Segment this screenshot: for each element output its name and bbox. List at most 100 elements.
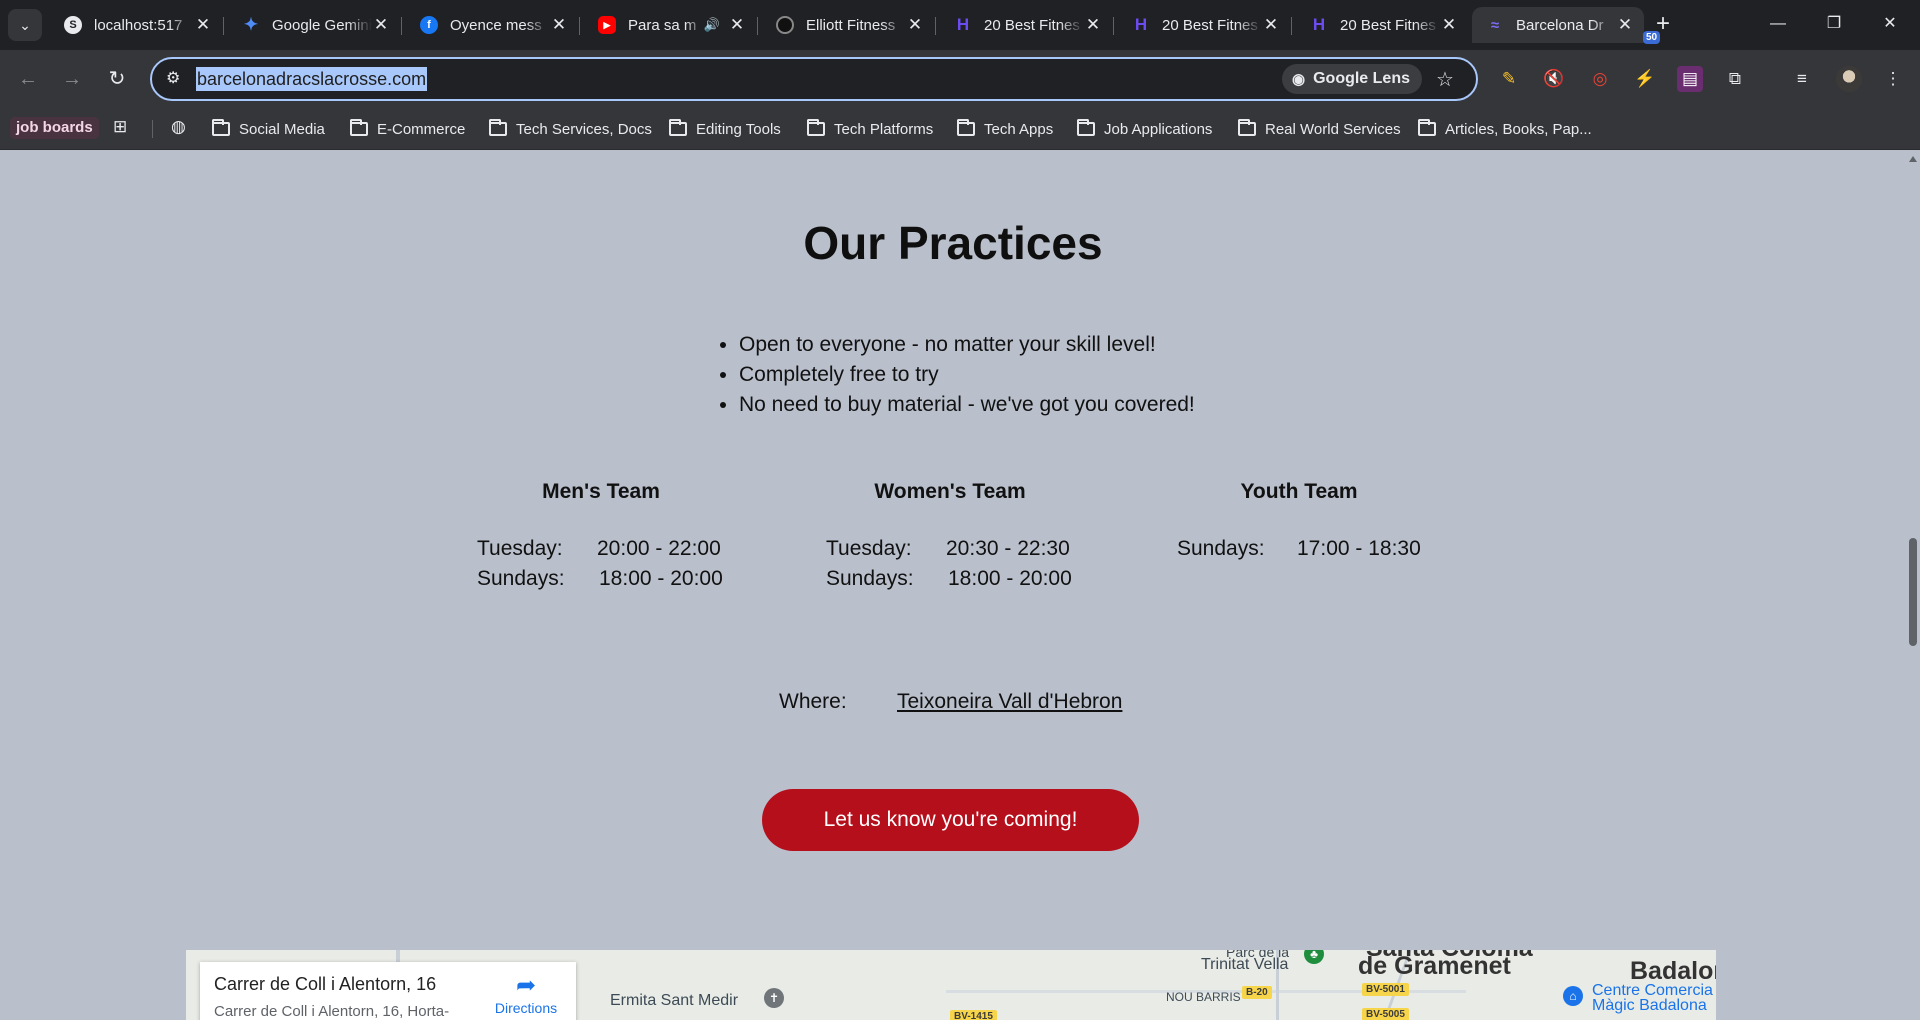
tab[interactable]: Elliott Fitness ✕	[762, 7, 934, 43]
tab[interactable]: H 20 Best Fitnes ✕	[940, 7, 1112, 43]
schedule-time: 18:00 - 20:00	[948, 567, 1072, 590]
close-icon[interactable]: ✕	[194, 15, 212, 35]
tab-title: Oyence mess	[450, 16, 542, 34]
schedule-row: Sundays: 17:00 - 18:30	[1139, 534, 1459, 564]
apps-grid-icon[interactable]: ⊞	[113, 117, 127, 137]
tab-divider	[1113, 17, 1114, 35]
rss-extension-icon[interactable]: ⚡	[1632, 66, 1658, 92]
tab-divider	[1291, 17, 1292, 35]
close-icon[interactable]: ✕	[1084, 15, 1102, 35]
tab[interactable]: H 20 Best Fitnes ✕	[1118, 7, 1290, 43]
place-pin-icon[interactable]: ✝	[764, 988, 784, 1008]
bookmark-folder[interactable]: Editing Tools	[669, 116, 781, 142]
close-icon[interactable]: ✕	[906, 15, 924, 35]
folder-icon	[489, 119, 507, 136]
bookmark-folder[interactable]: E-Commerce	[350, 116, 465, 142]
back-button[interactable]: ←	[14, 65, 42, 93]
close-icon[interactable]: ✕	[1440, 15, 1458, 35]
shopping-pin-icon[interactable]: ⌂	[1563, 986, 1583, 1006]
speaker-icon[interactable]: 🔊	[704, 17, 720, 33]
directions-button[interactable]: ➦ Directions	[486, 972, 566, 1016]
extensions-puzzle-icon[interactable]: ⧉	[1722, 66, 1748, 92]
url-text[interactable]: barcelonadracslacrosse.com	[196, 67, 428, 91]
scroll-up-arrow-icon[interactable]	[1909, 156, 1917, 162]
schedule-day: Sundays:	[477, 567, 565, 590]
tab[interactable]: f Oyence mess ✕	[406, 7, 578, 43]
map-label: Trinitat Vella	[1201, 956, 1289, 973]
road-shield: BV-5001	[1362, 983, 1409, 996]
rsvp-button[interactable]: Let us know you're coming!	[762, 789, 1139, 851]
team-title: Men's Team	[542, 480, 660, 503]
media-control-icon[interactable]: ≡	[1789, 66, 1815, 92]
google-lens-button[interactable]: ◉ Google Lens	[1282, 64, 1422, 94]
map-label: de Gramenet	[1358, 952, 1511, 980]
tab-divider	[579, 17, 580, 35]
bookmark-folder[interactable]: Real World Services	[1238, 116, 1401, 142]
tab[interactable]: ✦ Google Gemini ✕	[228, 7, 400, 43]
close-icon[interactable]: ✕	[372, 15, 390, 35]
address-bar[interactable]: ⚙ barcelonadracslacrosse.com ◉ Google Le…	[150, 57, 1478, 101]
browser-toolbar: ← → ↻ ⚙ barcelonadracslacrosse.com ◉ Goo…	[0, 50, 1920, 108]
profile-avatar[interactable]	[1836, 66, 1862, 92]
where-label: Where:	[779, 690, 847, 713]
page-viewport: Our Practices Open to everyone - no matt…	[0, 150, 1906, 1020]
location-link[interactable]: Teixoneira Vall d'Hebron	[897, 690, 1122, 714]
bookmark-folder[interactable]: Tech Platforms	[807, 116, 933, 142]
highlighter-extension-icon[interactable]: ✎	[1496, 66, 1522, 92]
bookmark-folder[interactable]: Tech Services, Docs	[489, 116, 652, 142]
bookmark-folder[interactable]: Social Media	[212, 116, 325, 142]
menu-kebab-icon[interactable]: ⋮	[1880, 66, 1906, 92]
globe-icon[interactable]: ◍	[171, 117, 186, 137]
park-pin-icon[interactable]: ♣	[1304, 950, 1324, 964]
close-icon[interactable]: ✕	[728, 15, 746, 35]
extension-red-icon[interactable]: ◎	[1587, 66, 1613, 92]
directions-label: Directions	[494, 1000, 558, 1016]
mute-icon[interactable]: 🔇	[1541, 66, 1567, 92]
page-title: Our Practices	[803, 217, 1103, 269]
restore-button[interactable]: ❐	[1814, 8, 1854, 40]
bookmark-label: Tech Platforms	[834, 120, 934, 138]
page-scrollbar[interactable]	[1906, 150, 1920, 1020]
tab[interactable]: H 20 Best Fitnes ✕	[1296, 7, 1468, 43]
youtube-icon: ▶	[598, 16, 616, 34]
bookmark-folder[interactable]: Job Applications	[1077, 116, 1212, 142]
embedded-map[interactable]: Parc de la Trinitat Vella ♣ Santa Coloma…	[186, 950, 1716, 1020]
bookmark-folder[interactable]: Articles, Books, Pap...	[1418, 116, 1592, 142]
minimize-button[interactable]: —	[1758, 8, 1798, 40]
tab-divider	[757, 17, 758, 35]
close-window-button[interactable]: ✕	[1870, 8, 1910, 40]
bookmark-label: Tech Services, Docs	[516, 120, 652, 138]
tab-title: Google Gemini	[272, 16, 372, 34]
tab[interactable]: S localhost:517 ✕	[50, 7, 222, 43]
close-icon[interactable]: ✕	[1616, 15, 1634, 35]
folder-icon	[1238, 119, 1256, 136]
bookmark-label: Real World Services	[1265, 120, 1401, 138]
forward-button[interactable]: →	[58, 65, 86, 93]
bookmark-label: Social Media	[239, 120, 325, 138]
site-info-icon[interactable]: ⚙	[166, 68, 180, 88]
folder-icon	[350, 119, 368, 136]
tab-search-button[interactable]: ⌄	[8, 9, 42, 41]
close-icon[interactable]: ✕	[550, 15, 568, 35]
extension-badge: 50	[1643, 31, 1661, 44]
bookmark-star-icon[interactable]: ☆	[1436, 67, 1454, 92]
folder-icon	[669, 119, 687, 136]
tab-strip: ⌄ S localhost:517 ✕ ✦ Google Gemini ✕ f …	[0, 0, 1920, 50]
bookmark-folder[interactable]: Tech Apps	[957, 116, 1053, 142]
team-schedule-mens: Men's Team Tuesday: 20:00 - 22:00 Sunday…	[441, 480, 761, 594]
close-icon[interactable]: ✕	[1262, 15, 1280, 35]
folder-icon	[1418, 119, 1436, 136]
folder-icon	[807, 119, 825, 136]
tab-title: localhost:517	[94, 16, 183, 34]
scrollbar-thumb[interactable]	[1909, 538, 1917, 646]
extension-book-icon[interactable]: ▤	[1677, 66, 1703, 92]
tab[interactable]: ▶ Para sa m 🔊 ✕	[584, 7, 756, 43]
tab-active[interactable]: ≈ Barcelona Dr ✕	[1472, 7, 1644, 43]
tab-title: Barcelona Dr	[1516, 16, 1604, 34]
schedule-row: Tuesday: 20:00 - 22:00	[441, 534, 761, 564]
lens-icon: ◉	[1292, 71, 1306, 88]
schedule-day: Tuesday:	[477, 537, 563, 560]
road-shield: B-20	[1242, 986, 1272, 999]
bookmark-job-boards[interactable]: job boards	[10, 117, 99, 139]
reload-button[interactable]: ↻	[103, 65, 131, 93]
